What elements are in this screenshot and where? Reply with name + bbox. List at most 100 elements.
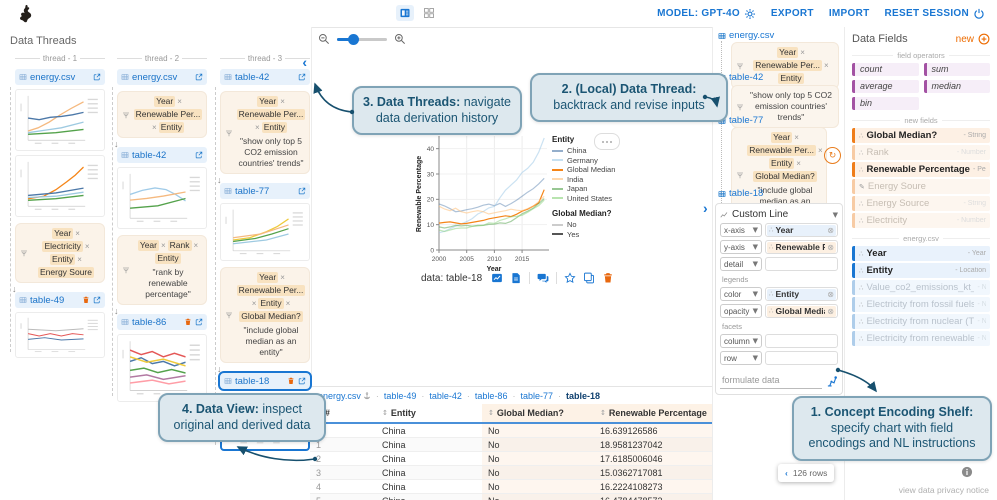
encoding-label-row[interactable]: row▼: [720, 351, 762, 365]
data-field-item[interactable]: ∴Electricity from fossil fuels (...- Num…: [852, 297, 990, 312]
zoom-slider[interactable]: [337, 38, 387, 41]
encoding-field-chip[interactable]: ∴Entity⊗: [767, 289, 836, 300]
tab-table-18[interactable]: table-18: [566, 391, 600, 401]
export-button[interactable]: EXPORT: [771, 8, 814, 19]
field-chip[interactable]: Year: [777, 47, 798, 58]
remove-field-icon[interactable]: ×: [177, 97, 182, 107]
grid-view-toggle-icon[interactable]: [420, 5, 438, 21]
export-table-icon[interactable]: [298, 73, 306, 81]
delete-table-icon[interactable]: [287, 377, 295, 385]
encoding-field-chip[interactable]: ∴Year⊗: [767, 225, 836, 236]
zoom-out-icon[interactable]: [318, 33, 330, 45]
field-operator-bin[interactable]: bin: [852, 97, 919, 110]
export-table-icon[interactable]: [195, 318, 203, 326]
tab-table-77[interactable]: table-77: [520, 391, 553, 401]
chart-thumbnail[interactable]: [15, 155, 105, 217]
delete-table-icon[interactable]: [82, 296, 90, 304]
remove-field-icon[interactable]: ×: [255, 123, 260, 133]
table-card-table-49[interactable]: table-49: [15, 292, 105, 308]
data-field-item[interactable]: ∴Energy Source- String: [852, 196, 990, 211]
field-chip[interactable]: Renewable Per...: [237, 285, 306, 296]
encoding-label-y-axis[interactable]: y-axis▼: [720, 240, 762, 254]
remove-field-icon[interactable]: ×: [75, 229, 80, 239]
table-card-table-42[interactable]: table-42: [220, 69, 310, 85]
field-chip[interactable]: Rank: [168, 240, 192, 251]
encoding-slot-y-axis[interactable]: ∴Renewable Per...⊗: [765, 240, 838, 254]
remove-field-icon[interactable]: ⊗: [827, 307, 834, 316]
info-icon[interactable]: [961, 466, 973, 478]
field-chip[interactable]: Entity: [769, 158, 794, 169]
encoding-slot-row[interactable]: [765, 351, 838, 365]
remove-field-icon[interactable]: ×: [194, 241, 199, 251]
field-chip[interactable]: Entity: [258, 298, 283, 309]
encoding-label-color[interactable]: color▼: [720, 287, 762, 301]
rows-pager[interactable]: ‹ 126 rows: [778, 464, 834, 482]
refresh-derivation-icon[interactable]: ↻: [824, 147, 841, 164]
field-chip[interactable]: Year: [257, 272, 278, 283]
field-chip[interactable]: Year: [52, 228, 73, 239]
table-card-table-77[interactable]: table-77: [220, 183, 310, 199]
remove-field-icon[interactable]: ×: [818, 146, 823, 156]
data-field-item[interactable]: ∴Value_co2_emissions_kt_by...- Number: [852, 280, 990, 295]
tab-table-49[interactable]: table-49: [384, 391, 417, 401]
add-field-icon[interactable]: [978, 33, 990, 45]
field-chip[interactable]: Year: [154, 96, 175, 107]
delete-chart-icon[interactable]: [602, 272, 614, 284]
field-chip[interactable]: Global Median?: [753, 171, 817, 182]
data-field-item[interactable]: ∴Year- Year: [852, 246, 990, 261]
field-operator-median[interactable]: median: [924, 80, 991, 93]
data-field-item[interactable]: ∴Global Median?- String: [852, 128, 990, 143]
view-chart-icon[interactable]: [491, 272, 503, 284]
remove-field-icon[interactable]: ⊗: [827, 290, 834, 299]
encoding-slot-x-axis[interactable]: ∴Year⊗: [765, 223, 838, 237]
field-operator-sum[interactable]: sum: [924, 63, 991, 76]
import-button[interactable]: IMPORT: [829, 8, 870, 19]
encoding-label-opacity[interactable]: opacity▼: [720, 304, 762, 318]
encoding-label-detail[interactable]: detail▼: [720, 257, 762, 271]
remove-field-icon[interactable]: ×: [286, 299, 291, 309]
remove-field-icon[interactable]: ×: [77, 255, 82, 265]
data-field-item[interactable]: ∴Rank- Number: [852, 145, 990, 160]
chart-thumbnail[interactable]: [220, 203, 310, 261]
model-selector[interactable]: MODEL: GPT-4O: [657, 8, 756, 20]
tab-table-42[interactable]: table-42: [429, 391, 462, 401]
field-chip[interactable]: Electricity: [42, 241, 82, 252]
tab-energy.csv[interactable]: energy.csv: [318, 391, 371, 401]
remove-field-icon[interactable]: ×: [794, 133, 799, 143]
field-chip[interactable]: Year: [257, 96, 278, 107]
data-field-item[interactable]: ∴Renewable Percentage- Percentage: [852, 162, 990, 177]
tab-table-86[interactable]: table-86: [475, 391, 508, 401]
encoding-field-chip[interactable]: ∴Renewable Per...⊗: [767, 242, 836, 253]
remove-field-icon[interactable]: ×: [252, 299, 257, 309]
encoding-slot-detail[interactable]: [765, 257, 838, 271]
duplicate-icon[interactable]: [583, 272, 595, 284]
remove-field-icon[interactable]: ×: [161, 241, 166, 251]
data-field-item[interactable]: ∴Electricity- Number: [852, 213, 990, 228]
field-chip[interactable]: Year: [771, 132, 792, 143]
encoding-label-x-axis[interactable]: x-axis▼: [720, 223, 762, 237]
export-table-icon[interactable]: [195, 73, 203, 81]
chart-more-options-icon[interactable]: [594, 133, 620, 150]
expand-panel-icon[interactable]: ›: [703, 200, 708, 216]
field-chip[interactable]: Global Median?: [239, 311, 303, 322]
carousel-view-toggle-icon[interactable]: [396, 5, 414, 21]
field-operator-average[interactable]: average: [852, 80, 919, 93]
column-header[interactable]: ↕Renewable Percentage: [594, 404, 718, 422]
remove-field-icon[interactable]: ×: [796, 159, 801, 169]
remove-field-icon[interactable]: ⊗: [827, 243, 834, 252]
field-chip[interactable]: Renewable Per...: [237, 109, 306, 120]
field-chip[interactable]: Renewable Per...: [753, 60, 822, 71]
export-table-icon[interactable]: [298, 187, 306, 195]
thread-link-energy-csv[interactable]: energy.csv: [718, 30, 774, 41]
field-chip[interactable]: Entity: [50, 254, 75, 265]
chart-type-selector[interactable]: Custom Line ▼: [720, 209, 838, 220]
export-table-icon[interactable]: [93, 73, 101, 81]
data-field-item[interactable]: ∴Entity- Location: [852, 263, 990, 278]
column-header[interactable]: ↕Entity: [376, 404, 482, 422]
chart-thumbnail[interactable]: [117, 334, 207, 402]
encoding-field-chip[interactable]: ∴Global Median?⊗: [767, 306, 836, 317]
pager-prev-icon[interactable]: ‹: [785, 468, 788, 478]
table-card-table-42[interactable]: table-42: [117, 147, 207, 163]
field-chip[interactable]: Energy Soure: [38, 267, 94, 278]
field-chip[interactable]: Entity: [159, 122, 184, 133]
